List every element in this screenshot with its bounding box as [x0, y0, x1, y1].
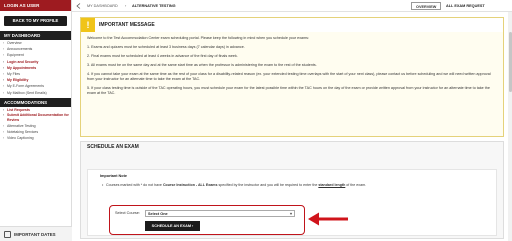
- schedule-an-exam-label: SCHEDULE AN EXAM: [151, 224, 191, 228]
- dashboard-nav-list: OverviewAnnouncementsEquipmentLogin and …: [0, 40, 71, 96]
- important-message-title: IMPORTANT MESSAGE: [99, 22, 155, 28]
- note-text-start: Courses marked with * do not have: [106, 183, 163, 187]
- standard-length-link[interactable]: standard length: [318, 183, 345, 187]
- important-note-title: Important Note: [100, 174, 127, 178]
- important-dates-panel[interactable]: IMPORTANT DATES: [0, 226, 72, 241]
- notice-paragraph: 4. If you cannot take your exam at the s…: [87, 72, 491, 81]
- warning-icon: !: [81, 18, 95, 32]
- notice-paragraph: 2. Final exams must be scheduled at leas…: [87, 54, 238, 59]
- important-message-body: Welcome to the Test Accommodation Center…: [87, 36, 497, 100]
- notice-paragraph: Welcome to the Test Accommodation Center…: [87, 36, 310, 40]
- chevron-left-icon[interactable]: [76, 3, 81, 9]
- sidebar-accommodations-item[interactable]: Submit Additional Documentation for Revi…: [0, 113, 71, 123]
- sidebar-accommodations-item[interactable]: Video Captioning: [0, 135, 71, 141]
- top-bar: MY DASHBOARD › ALTERNATIVE TESTING OVERV…: [72, 0, 512, 12]
- important-dates-label: IMPORTANT DATES: [14, 232, 56, 237]
- scrollbar-thumb[interactable]: [508, 32, 512, 92]
- accommodations-nav-list: List RequestsSubmit Additional Documenta…: [0, 107, 71, 142]
- back-to-profile-button[interactable]: BACK TO MY PROFILE: [4, 16, 67, 26]
- breadcrumb-separator: ›: [125, 4, 127, 8]
- note-text-end: of the exam.: [345, 183, 367, 187]
- all-exam-request-button[interactable]: ALL EXAM REQUEST: [442, 2, 489, 10]
- important-message-panel: ! IMPORTANT MESSAGE Welcome to the Test …: [80, 17, 504, 137]
- sidebar-dashboard-item[interactable]: My Mailbox (Sent Emails): [0, 90, 71, 96]
- note-text-middle: specified by the instructor and you will…: [217, 183, 319, 187]
- overview-button[interactable]: OVERVIEW: [411, 2, 442, 10]
- note-text-bold: Course Instruction - ALL Exams: [162, 183, 218, 187]
- select-course-highlight: Select Course: Select One ▾ SCHEDULE AN …: [109, 205, 305, 235]
- sidebar: LOGIN AS USER BACK TO MY PROFILE MY DASH…: [0, 0, 72, 241]
- schedule-an-exam-button[interactable]: SCHEDULE AN EXAM ›: [145, 221, 200, 231]
- breadcrumb-my-dashboard[interactable]: MY DASHBOARD: [87, 0, 118, 12]
- breadcrumb-alternative-testing: ALTERNATIVE TESTING: [132, 4, 176, 8]
- login-as-user-header: LOGIN AS USER: [0, 0, 71, 11]
- select-course-label: Select Course:: [115, 211, 140, 215]
- dropdown-caret-icon: ▾: [289, 210, 292, 216]
- red-arrow-icon: [308, 212, 348, 226]
- notice-paragraph: 5. If your class testing time is outside…: [87, 86, 490, 95]
- important-message-header: ! IMPORTANT MESSAGE: [81, 18, 503, 32]
- my-dashboard-header: MY DASHBOARD: [0, 31, 71, 40]
- page-scrollbar[interactable]: [508, 12, 512, 241]
- accommodations-header: ACCOMMODATIONS: [0, 97, 71, 107]
- schedule-exam-title: SCHEDULE AN EXAM: [87, 144, 139, 150]
- select-course-value: Select One: [148, 211, 168, 216]
- select-course-dropdown[interactable]: Select One ▾: [145, 209, 295, 217]
- chevron-right-icon: ›: [192, 224, 194, 228]
- notice-paragraph: 3. All exams must be on the same day and…: [87, 63, 317, 68]
- important-note-text: Courses marked with * do not have Course…: [102, 183, 486, 187]
- notice-paragraph: 1. Exams and quizzes must be scheduled a…: [87, 45, 245, 50]
- calendar-icon: [4, 231, 11, 238]
